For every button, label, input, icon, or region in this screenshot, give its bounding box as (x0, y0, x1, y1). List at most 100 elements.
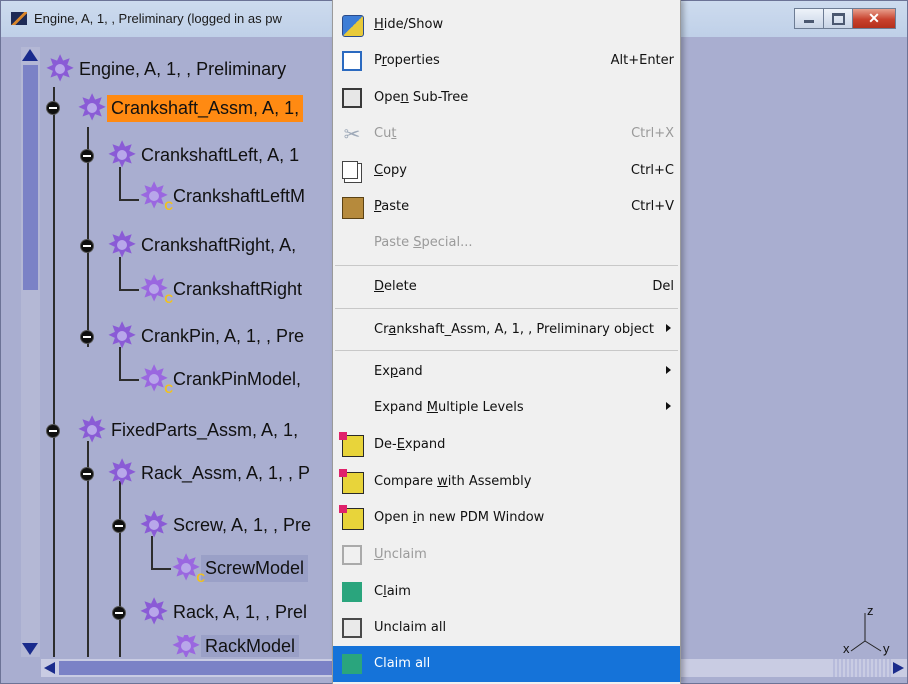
axis-triad-icon (850, 613, 882, 652)
scroll-up-icon[interactable] (22, 49, 38, 61)
menu-item-paste[interactable]: Paste Ctrl+V (333, 189, 680, 225)
menu-item-label: Hide/Show (374, 17, 444, 32)
tree-node-label: CrankPinModel, (173, 368, 302, 389)
minimize-icon (804, 20, 814, 23)
menu-item-label: Unclaim (374, 547, 427, 562)
tree-node-crankshaft-assm[interactable]: Crankshaft_Assm, A, 1, (77, 87, 304, 129)
part-gear-icon (107, 315, 137, 357)
collapse-icon[interactable] (113, 607, 125, 619)
close-button[interactable]: ✕ (852, 8, 896, 29)
menu-item-unclaim-all[interactable]: Unclaim all (333, 610, 680, 646)
menu-item-claim[interactable]: Claim (333, 574, 680, 610)
horizontal-scroll-track[interactable] (831, 659, 891, 677)
menu-shortcut: Del (652, 279, 674, 294)
scroll-down-icon[interactable] (22, 643, 38, 655)
menu-item-de-expand[interactable]: De-Expand (333, 427, 680, 463)
model-gear-icon: C (139, 358, 173, 400)
tree-node-screw-model[interactable]: C ScrewModel (171, 547, 309, 589)
menu-item-compare-assembly[interactable]: Compare with Assembly (333, 464, 680, 500)
menu-shortcut: Ctrl+C (630, 163, 674, 178)
claim-icon (342, 582, 362, 602)
tree-node-root[interactable]: Engine, A, 1, , Preliminary (45, 48, 290, 90)
menu-item-copy[interactable]: Copy Ctrl+C (333, 153, 680, 189)
tree-node-crankshaftright[interactable]: CrankshaftRight, A, (107, 224, 300, 266)
minimize-button[interactable] (794, 8, 824, 29)
copy-icon (342, 161, 358, 179)
menu-item-label: Unclaim all (374, 620, 447, 635)
menu-item-label: Copy (374, 163, 407, 178)
axis-x-label: x (843, 641, 850, 656)
menu-separator (335, 350, 678, 351)
menu-item-open-pdm-window[interactable]: Open in new PDM Window (333, 500, 680, 536)
model-gear-icon: C (171, 547, 205, 589)
tree-node-crankshaftleft[interactable]: CrankshaftLeft, A, 1 (107, 134, 303, 176)
tree-node-label: CrankshaftLeftM (173, 185, 306, 206)
tree-node-rack-model[interactable]: RackModel (171, 635, 300, 657)
menu-item-unclaim[interactable]: Unclaim (333, 537, 680, 573)
collapse-icon[interactable] (47, 425, 59, 437)
tree-node-label: Rack_Assm, A, 1, , P (141, 462, 311, 483)
vertical-scroll-thumb[interactable] (23, 65, 38, 290)
open-subtree-icon (342, 88, 362, 108)
scroll-right-icon[interactable] (893, 662, 904, 674)
menu-item-hide-show[interactable]: Hide/Show (333, 7, 680, 43)
context-menu: Hide/Show Properties Alt+Enter Open Sub-… (332, 0, 681, 684)
collapse-icon[interactable] (47, 102, 59, 114)
menu-item-paste-special[interactable]: Paste Special... (333, 225, 680, 261)
model-badge: C (164, 382, 173, 396)
tree-node-crankpin[interactable]: CrankPin, A, 1, , Pre (107, 315, 308, 357)
tree-node-label: FixedParts_Assm, A, 1, (111, 419, 299, 440)
tree-node-label: Crankshaft_Assm, A, 1, (107, 94, 304, 122)
compare-assembly-icon (339, 469, 364, 494)
menu-item-object-submenu[interactable]: Crankshaft_Assm, A, 1, , Preliminary obj… (333, 312, 680, 348)
part-gear-icon (139, 591, 169, 633)
menu-item-expand-multiple[interactable]: Expand Multiple Levels (333, 390, 680, 426)
axis-y-label: y (883, 641, 890, 656)
collapse-icon[interactable] (81, 150, 93, 162)
tree-node-crankshaftright-model[interactable]: C CrankshaftRight (139, 268, 306, 310)
tree-connector (119, 199, 139, 201)
vertical-scrollbar[interactable] (21, 47, 40, 657)
assembly-gear-icon (77, 87, 107, 129)
tree-node-fixedparts-assm[interactable]: FixedParts_Assm, A, 1, (77, 409, 302, 451)
tree-connector (119, 481, 121, 657)
collapse-icon[interactable] (81, 468, 93, 480)
menu-item-cut[interactable]: ✂ Cut Ctrl+X (333, 116, 680, 152)
collapse-icon[interactable] (81, 331, 93, 343)
model-gear-icon (171, 635, 201, 657)
tree-node-label: Rack, A, 1, , Prel (173, 601, 308, 622)
window-title: Engine, A, 1, , Preliminary (logged in a… (34, 11, 282, 26)
model-gear-icon: C (139, 175, 173, 217)
scroll-left-icon[interactable] (44, 662, 55, 674)
collapse-icon[interactable] (81, 240, 93, 252)
maximize-button[interactable] (823, 8, 853, 29)
de-expand-icon (339, 432, 364, 457)
unclaim-icon (342, 545, 362, 565)
tree-node-rack-assm[interactable]: Rack_Assm, A, 1, , P (107, 452, 314, 494)
menu-item-properties[interactable]: Properties Alt+Enter (333, 43, 680, 79)
menu-item-open-subtree[interactable]: Open Sub-Tree (333, 80, 680, 116)
tree-node-label: CrankshaftRight (173, 278, 303, 299)
tree-node-rack[interactable]: Rack, A, 1, , Prel (139, 591, 311, 633)
tree-node-label: CrankshaftLeft, A, 1 (141, 144, 300, 165)
horizontal-scroll-thumb[interactable] (59, 661, 349, 675)
menu-item-delete[interactable]: Delete Del (333, 269, 680, 305)
tree-node-screw[interactable]: Screw, A, 1, , Pre (139, 504, 315, 546)
menu-item-label: Claim (374, 584, 411, 599)
tree-node-label: Engine, A, 1, , Preliminary (79, 58, 287, 79)
close-icon: ✕ (868, 10, 880, 26)
tree-node-crankpin-model[interactable]: C CrankPinModel, (139, 358, 305, 400)
menu-item-label: Expand Multiple Levels (374, 400, 524, 415)
maximize-icon (831, 12, 845, 25)
tree-node-label: ScrewModel (201, 554, 309, 582)
submenu-arrow-icon (666, 324, 671, 332)
part-gear-icon (107, 224, 137, 266)
tree-connector (119, 289, 139, 291)
menu-item-expand[interactable]: Expand (333, 354, 680, 390)
menu-item-claim-all[interactable]: Claim all (333, 646, 680, 682)
menu-item-label: De-Expand (374, 437, 446, 452)
tree-connector (53, 87, 55, 657)
tree-node-label: Screw, A, 1, , Pre (173, 514, 312, 535)
tree-node-crankshaftleft-model[interactable]: C CrankshaftLeftM (139, 175, 309, 217)
collapse-icon[interactable] (113, 520, 125, 532)
